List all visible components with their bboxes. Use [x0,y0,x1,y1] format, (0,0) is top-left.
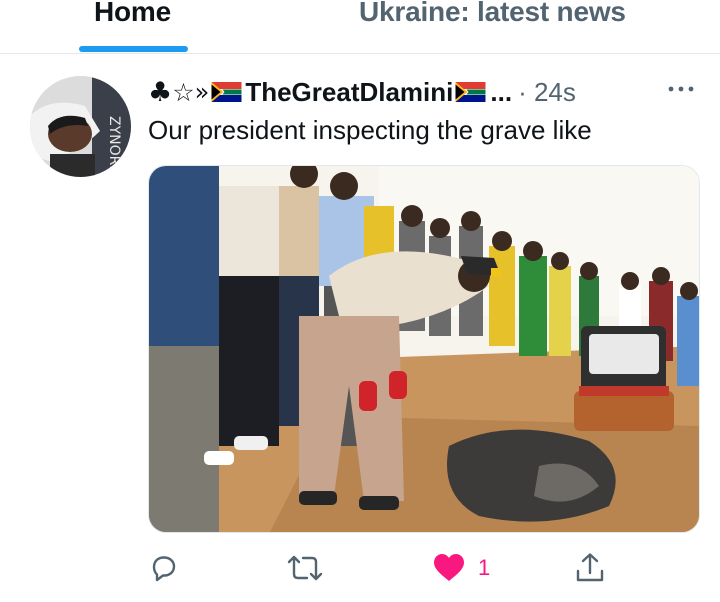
retweet-button[interactable] [286,548,324,588]
reply-icon [152,556,176,582]
tab-home[interactable]: Home [94,0,171,30]
name-truncation: ... [490,76,513,107]
share-button[interactable] [573,548,607,588]
reply-button[interactable] [148,548,180,588]
display-name[interactable]: TheGreatDlamini [245,77,453,108]
active-tab-indicator [79,46,188,52]
club-symbol: ♣ [148,76,173,108]
retweet-icon [287,555,323,581]
south-africa-flag-icon [211,82,242,102]
avatar[interactable]: ZYNORE [30,76,131,177]
like-count: 1 [478,555,491,580]
tab-ukraine-latest-news[interactable]: Ukraine: latest news [359,0,626,30]
tweet-timestamp[interactable]: · 24s [518,77,576,108]
timeline-tabs: Home Ukraine: latest news [0,0,720,54]
svg-text:ZYNORE: ZYNORE [106,116,122,174]
share-icon [576,553,604,582]
south-africa-flag-icon [455,82,486,102]
like-button[interactable]: 1 [432,548,490,588]
star-symbol: ☆ [172,77,195,107]
tweet-header: ♣ ☆ » TheGreatDlamini ... · 24s [148,72,703,112]
more-icon[interactable] [665,79,697,99]
heart-icon [434,554,464,581]
guillemet-symbol: » [194,78,210,106]
tweet-text: Our president inspecting the grave like [148,115,592,145]
tweet-photo[interactable] [148,165,700,533]
